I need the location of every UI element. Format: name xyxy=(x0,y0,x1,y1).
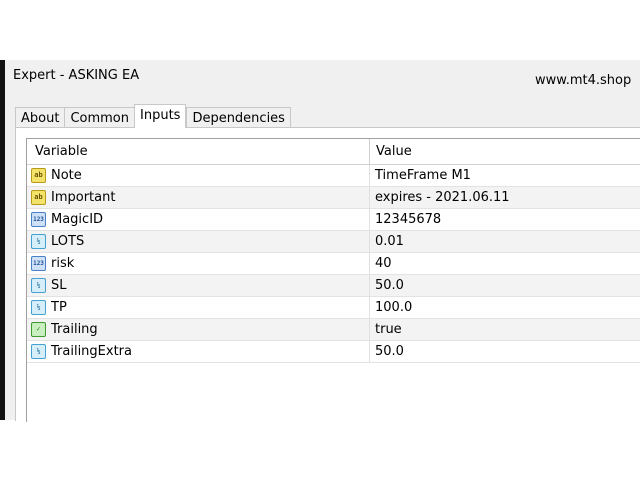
header-value[interactable]: Value xyxy=(369,139,640,164)
table-row[interactable]: 123 MagicID 12345678 xyxy=(27,209,640,231)
table-row[interactable]: ½ TP 100.0 xyxy=(27,297,640,319)
table-row[interactable]: ✓ Trailing true xyxy=(27,319,640,341)
table-row[interactable]: ½ SL 50.0 xyxy=(27,275,640,297)
integer-123-icon: 123 xyxy=(31,256,46,271)
table-row[interactable]: ½ LOTS 0.01 xyxy=(27,231,640,253)
double-half-icon: ½ xyxy=(31,344,46,359)
value-cell[interactable]: 50.0 xyxy=(369,341,640,362)
variable-name: TrailingExtra xyxy=(51,344,132,359)
value-cell[interactable]: 50.0 xyxy=(369,275,640,296)
integer-123-icon: 123 xyxy=(31,212,46,227)
variable-name: risk xyxy=(51,256,75,271)
boolean-check-icon: ✓ xyxy=(31,322,46,337)
inputs-table: Variable Value ab Note TimeFrame M1 ab I… xyxy=(26,138,640,422)
variable-name: Trailing xyxy=(51,322,98,337)
variable-name: LOTS xyxy=(51,234,85,249)
variable-name: Important xyxy=(51,190,116,205)
tab-about[interactable]: About xyxy=(15,107,65,128)
value-cell[interactable]: 0.01 xyxy=(369,231,640,252)
double-half-icon: ½ xyxy=(31,234,46,249)
text-ab-icon: ab xyxy=(31,168,46,183)
variable-name: SL xyxy=(51,278,67,293)
double-half-icon: ½ xyxy=(31,278,46,293)
table-row[interactable]: ab Important expires - 2021.06.11 xyxy=(27,187,640,209)
site-watermark: www.mt4.shop xyxy=(535,73,632,88)
expert-properties-window: Expert - ASKING EA www.mt4.shop About Co… xyxy=(0,60,640,422)
background-top xyxy=(0,0,640,60)
tab-inputs[interactable]: Inputs xyxy=(134,104,187,128)
double-half-icon: ½ xyxy=(31,300,46,315)
value-cell[interactable]: 40 xyxy=(369,253,640,274)
window-title: Expert - ASKING EA xyxy=(13,68,140,83)
table-row[interactable]: ab Note TimeFrame M1 xyxy=(27,165,640,187)
value-cell[interactable]: 100.0 xyxy=(369,297,640,318)
variable-name: Note xyxy=(51,168,82,183)
inputs-panel: Variable Value ab Note TimeFrame M1 ab I… xyxy=(15,127,640,422)
value-cell[interactable]: TimeFrame M1 xyxy=(369,165,640,186)
value-cell[interactable]: true xyxy=(369,319,640,340)
tab-bar: About Common Inputs Dependencies xyxy=(15,104,291,128)
header-variable[interactable]: Variable xyxy=(27,139,377,164)
tab-common[interactable]: Common xyxy=(64,107,134,128)
table-header: Variable Value xyxy=(27,139,640,165)
table-row[interactable]: 123 risk 40 xyxy=(27,253,640,275)
variable-name: MagicID xyxy=(51,212,104,227)
tab-dependencies[interactable]: Dependencies xyxy=(186,107,291,128)
value-cell[interactable]: 12345678 xyxy=(369,209,640,230)
table-row[interactable]: ½ TrailingExtra 50.0 xyxy=(27,341,640,363)
text-ab-icon: ab xyxy=(31,190,46,205)
window-left-edge xyxy=(0,60,5,420)
variable-name: TP xyxy=(51,300,67,315)
value-cell[interactable]: expires - 2021.06.11 xyxy=(369,187,640,208)
